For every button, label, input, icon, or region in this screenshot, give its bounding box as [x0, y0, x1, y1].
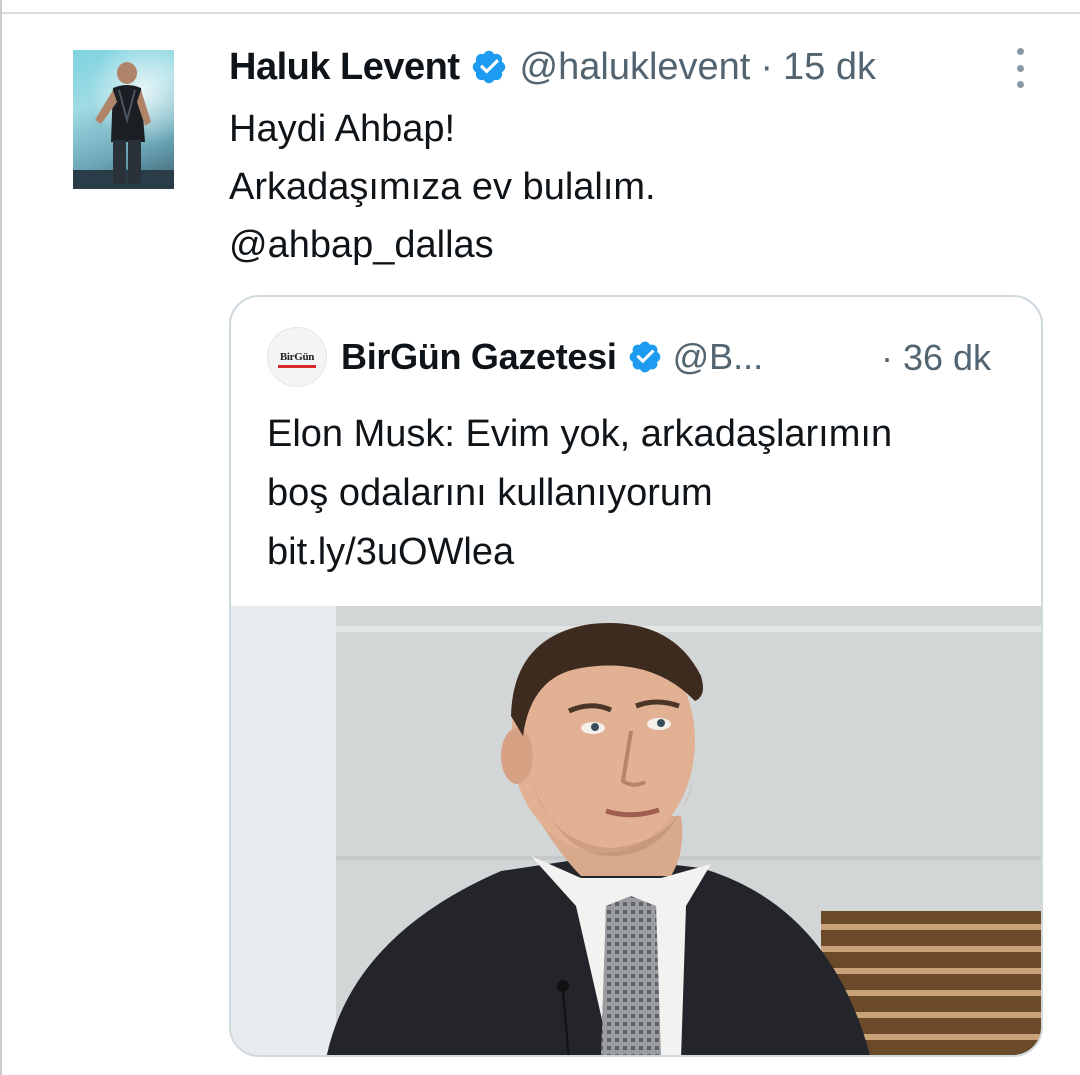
- avatar-person-figure: [73, 62, 174, 189]
- quoted-tweet-timestamp[interactable]: · 36 dk: [881, 337, 991, 379]
- more-vertical-icon[interactable]: [1009, 48, 1031, 88]
- left-divider: [0, 0, 2, 1075]
- quoted-author-handle[interactable]: @B...: [673, 336, 764, 378]
- quoted-avatar-logo-text: BirGün: [279, 351, 315, 363]
- quoted-avatar-logo-underline: [278, 365, 316, 368]
- more-dot: [1016, 64, 1024, 72]
- more-dot: [1016, 48, 1024, 55]
- header-separator: ·: [760, 45, 774, 88]
- author-display-name[interactable]: Haluk Levent: [229, 46, 460, 89]
- tweet-line: Arkadaşımıza ev bulalım.: [229, 166, 656, 208]
- tweet-line: Haydi Ahbap!: [229, 108, 456, 150]
- quoted-tweet-line: Elon Musk: Evim yok, arkadaşlarımın: [267, 413, 893, 455]
- verified-badge-icon: [629, 341, 660, 373]
- tweet-timestamp[interactable]: 15 dk: [783, 46, 876, 89]
- photo-illustration: [231, 606, 1041, 1055]
- quoted-tweet-photo[interactable]: [231, 606, 1041, 1055]
- tweet-text: Haydi Ahbap! Arkadaşımıza ev bulalım. @a…: [229, 100, 656, 274]
- more-dot: [1016, 81, 1024, 88]
- tweet-mention-link[interactable]: @ahbap_dallas: [229, 216, 656, 274]
- top-divider: [0, 12, 1080, 14]
- quoted-tweet-link[interactable]: bit.ly/3uOWlea: [267, 523, 892, 582]
- quoted-tweet-text: Elon Musk: Evim yok, arkadaşlarımın boş …: [267, 405, 892, 582]
- quoted-tweet-card[interactable]: BirGün BirGün Gazetesi @B... · 36 dk Elo…: [229, 295, 1043, 1057]
- author-handle[interactable]: @haluklevent: [520, 46, 751, 89]
- quoted-author-display-name[interactable]: BirGün Gazetesi: [341, 336, 617, 378]
- quoted-tweet-header: BirGün BirGün Gazetesi @B...: [267, 327, 763, 387]
- tweet-header: Haluk Levent @haluklevent · 15 dk: [229, 40, 876, 94]
- author-avatar[interactable]: [73, 50, 174, 189]
- verified-badge-icon: [472, 50, 505, 84]
- quoted-tweet-line: boş odalarını kullanıyorum: [267, 472, 713, 514]
- quoted-author-avatar[interactable]: BirGün: [267, 327, 327, 387]
